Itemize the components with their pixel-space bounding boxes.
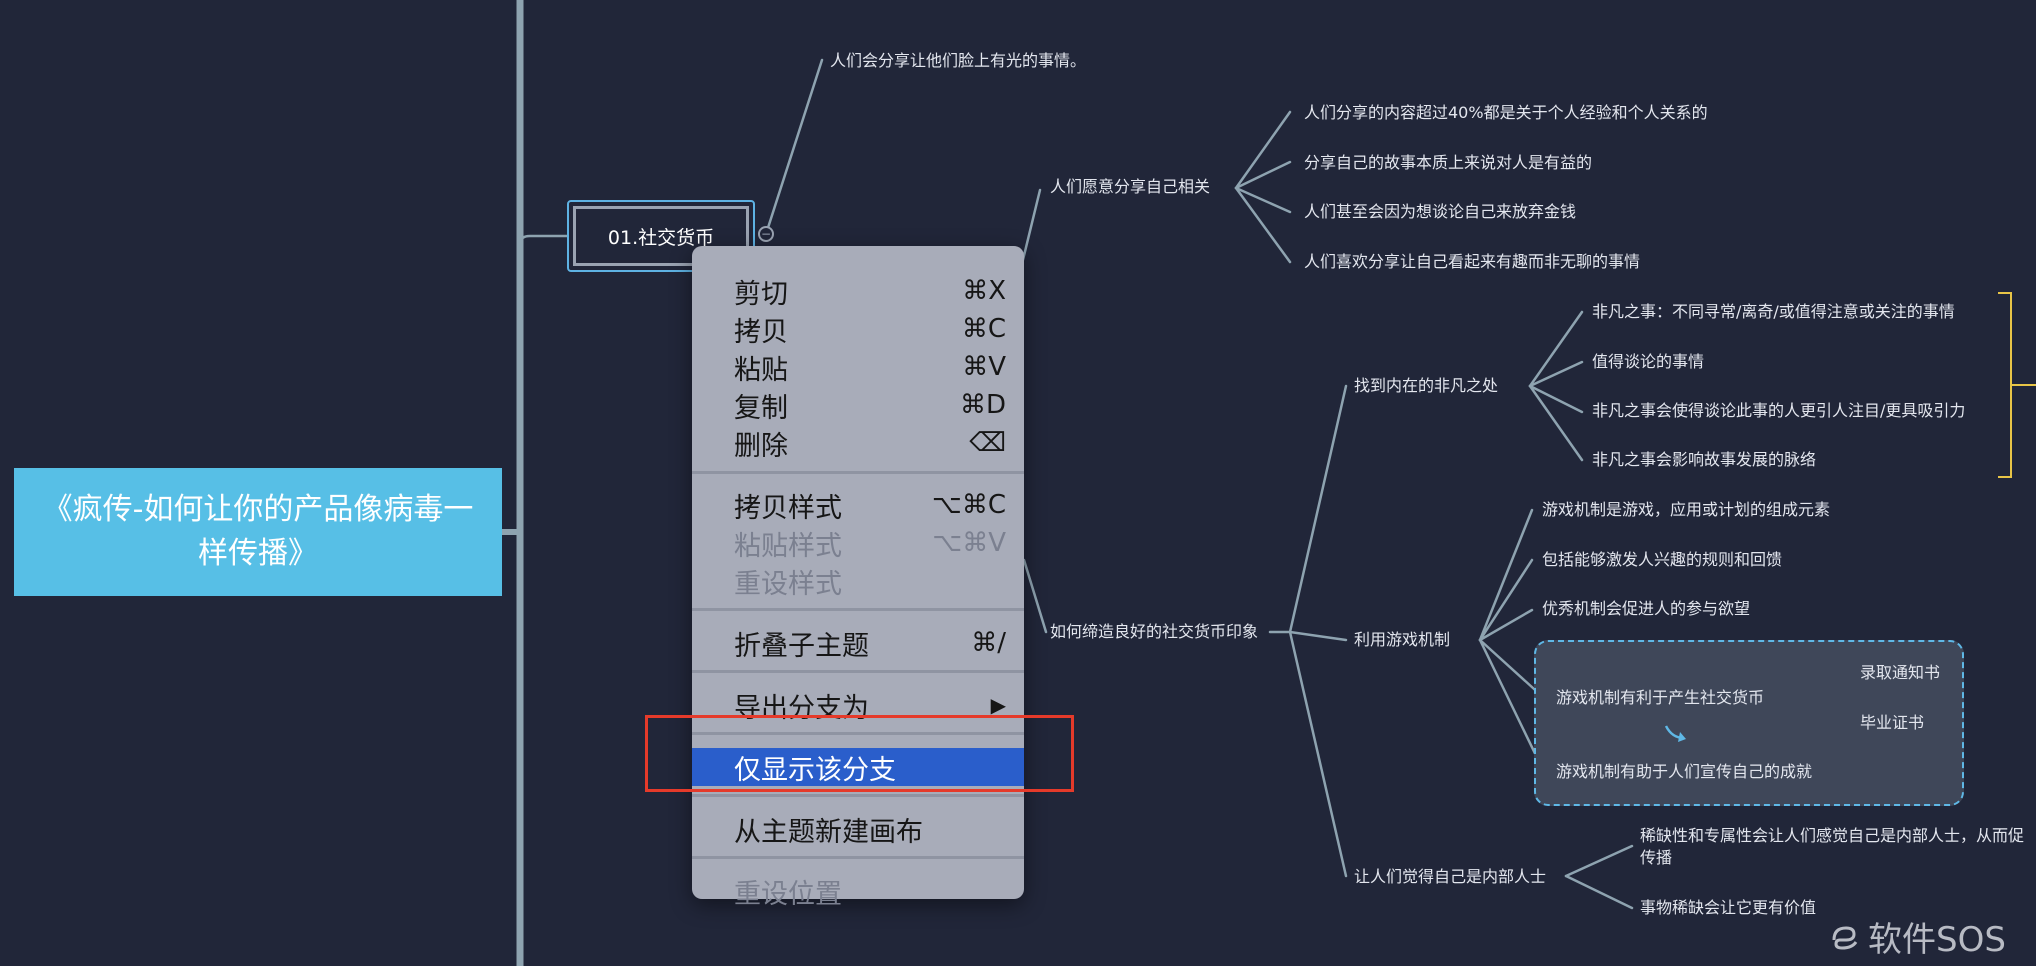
menu-item-reset-style: 重设样式 [734, 568, 842, 600]
topic-node[interactable]: 毕业证书 [1860, 713, 1924, 733]
shortcut-text: ⌘V [962, 352, 1006, 382]
shortcut-text: ⌥⌘C [931, 490, 1006, 520]
topic-node[interactable]: 包括能够激发人兴趣的规则和回馈 [1542, 550, 1782, 570]
topic-node[interactable]: 游戏机制是游戏，应用或计划的组成元素 [1542, 500, 1830, 520]
menu-item-cut[interactable]: 剪切 ⌘X [692, 272, 1024, 310]
summary-bracket-tick [2012, 384, 2036, 386]
menu-item-duplicate[interactable]: 复制 ⌘D [692, 386, 1024, 424]
swirl-logo-icon [1832, 925, 1858, 950]
topic-node[interactable]: 游戏机制有助于人们宣传自己的成就 [1556, 762, 1812, 782]
menu-separator [692, 471, 1024, 474]
topic-node[interactable]: 让人们觉得自己是内部人士 [1354, 867, 1546, 887]
menu-item-copy-style[interactable]: 拷贝样式 ⌥⌘C [692, 486, 1024, 524]
shortcut-text: ⌘/ [971, 628, 1006, 658]
topic-node[interactable]: 人们喜欢分享让自己看起来有趣而非无聊的事情 [1304, 252, 1640, 272]
summary-bracket [1998, 292, 2012, 478]
context-menu[interactable]: 剪切 ⌘X 拷贝 ⌘C 粘贴 ⌘V 复制 ⌘D 删除 ⌫ 拷贝样式 ⌥⌘C 粘贴… [692, 246, 1024, 910]
menu-item-collapse-subtopics[interactable]: 折叠子主题 ⌘/ [692, 624, 1024, 662]
shortcut-text: ⌥⌘V [932, 528, 1006, 558]
menu-item-paste[interactable]: 粘贴 ⌘V [692, 348, 1024, 386]
menu-item-paste-style: 粘贴样式 ⌥⌘V [734, 528, 1006, 562]
topic-node[interactable]: 录取通知书 [1860, 663, 1940, 683]
menu-item-copy[interactable]: 拷贝 ⌘C [692, 310, 1024, 348]
menu-separator [692, 608, 1024, 611]
topic-node[interactable]: 如何缔造良好的社交货币印象 [1050, 622, 1258, 642]
root-topic-label: 《疯传-如何让你的产品像病毒一样传播》 [42, 492, 474, 571]
topic-node[interactable]: 事物稀缺会让它更有价值 [1640, 898, 1816, 918]
root-topic[interactable]: 《疯传-如何让你的产品像病毒一样传播》 [14, 468, 502, 596]
watermark-text: 软件SOS [1868, 920, 2006, 960]
topic-node[interactable]: 非凡之事：不同寻常/离奇/或值得注意或关注的事情 [1592, 302, 1955, 322]
topic-node[interactable]: 非凡之事会使得谈论此事的人更引人注目/更具吸引力 [1592, 401, 1965, 421]
topic-node[interactable]: 人们甚至会因为想谈论自己来放弃金钱 [1304, 202, 1576, 222]
topic-node[interactable]: 利用游戏机制 [1354, 630, 1450, 650]
topic-node[interactable]: 人们分享的内容超过40%都是关于个人经验和个人关系的 [1304, 103, 1708, 123]
topic-node[interactable]: 值得谈论的事情 [1592, 352, 1704, 372]
topic-node[interactable]: 非凡之事会影响故事发展的脉络 [1592, 450, 1816, 470]
mind-map-canvas[interactable]: 《疯传-如何让你的产品像病毒一样传播》 01.社交货币 − 人们会分享让他们脸上… [0, 0, 2036, 966]
topic-node[interactable]: 游戏机制有利于产生社交货币 [1556, 688, 1764, 708]
menu-item-delete[interactable]: 删除 ⌫ [692, 424, 1024, 462]
shortcut-text: ⌘C [961, 314, 1006, 344]
topic-node[interactable]: 稀缺性和专属性会让人们感觉自己是内部人士，从而促 [1640, 826, 2024, 846]
topic-node[interactable]: 分享自己的故事本质上来说对人是有益的 [1304, 153, 1592, 173]
annotation-highlight-box [645, 715, 1074, 792]
submenu-arrow-icon: ▶ [990, 693, 1006, 717]
topic-node[interactable]: 优秀机制会促进人的参与欲望 [1542, 599, 1750, 619]
shortcut-text: ⌘X [962, 276, 1006, 306]
menu-item-reset-position: 重设位置 [734, 878, 842, 910]
menu-item-new-sheet-from-topic[interactable]: 从主题新建画布 [692, 810, 1024, 848]
menu-separator [692, 794, 1024, 797]
watermark: 软件SOS [1828, 912, 2006, 961]
delete-key-icon: ⌫ [969, 428, 1006, 458]
shortcut-text: ⌘D [959, 390, 1006, 420]
topic-node[interactable]: 找到内在的非凡之处 [1354, 376, 1498, 396]
topic-node[interactable]: 人们会分享让他们脸上有光的事情。 [830, 51, 1086, 71]
collapse-toggle-icon[interactable]: − [758, 226, 774, 242]
menu-separator [692, 856, 1024, 859]
topic-node[interactable]: 人们愿意分享自己相关 [1050, 177, 1210, 197]
relationship-arrow-icon[interactable] [1662, 722, 1692, 746]
menu-separator [692, 670, 1024, 673]
topic-node[interactable]: 传播 [1640, 848, 1672, 868]
